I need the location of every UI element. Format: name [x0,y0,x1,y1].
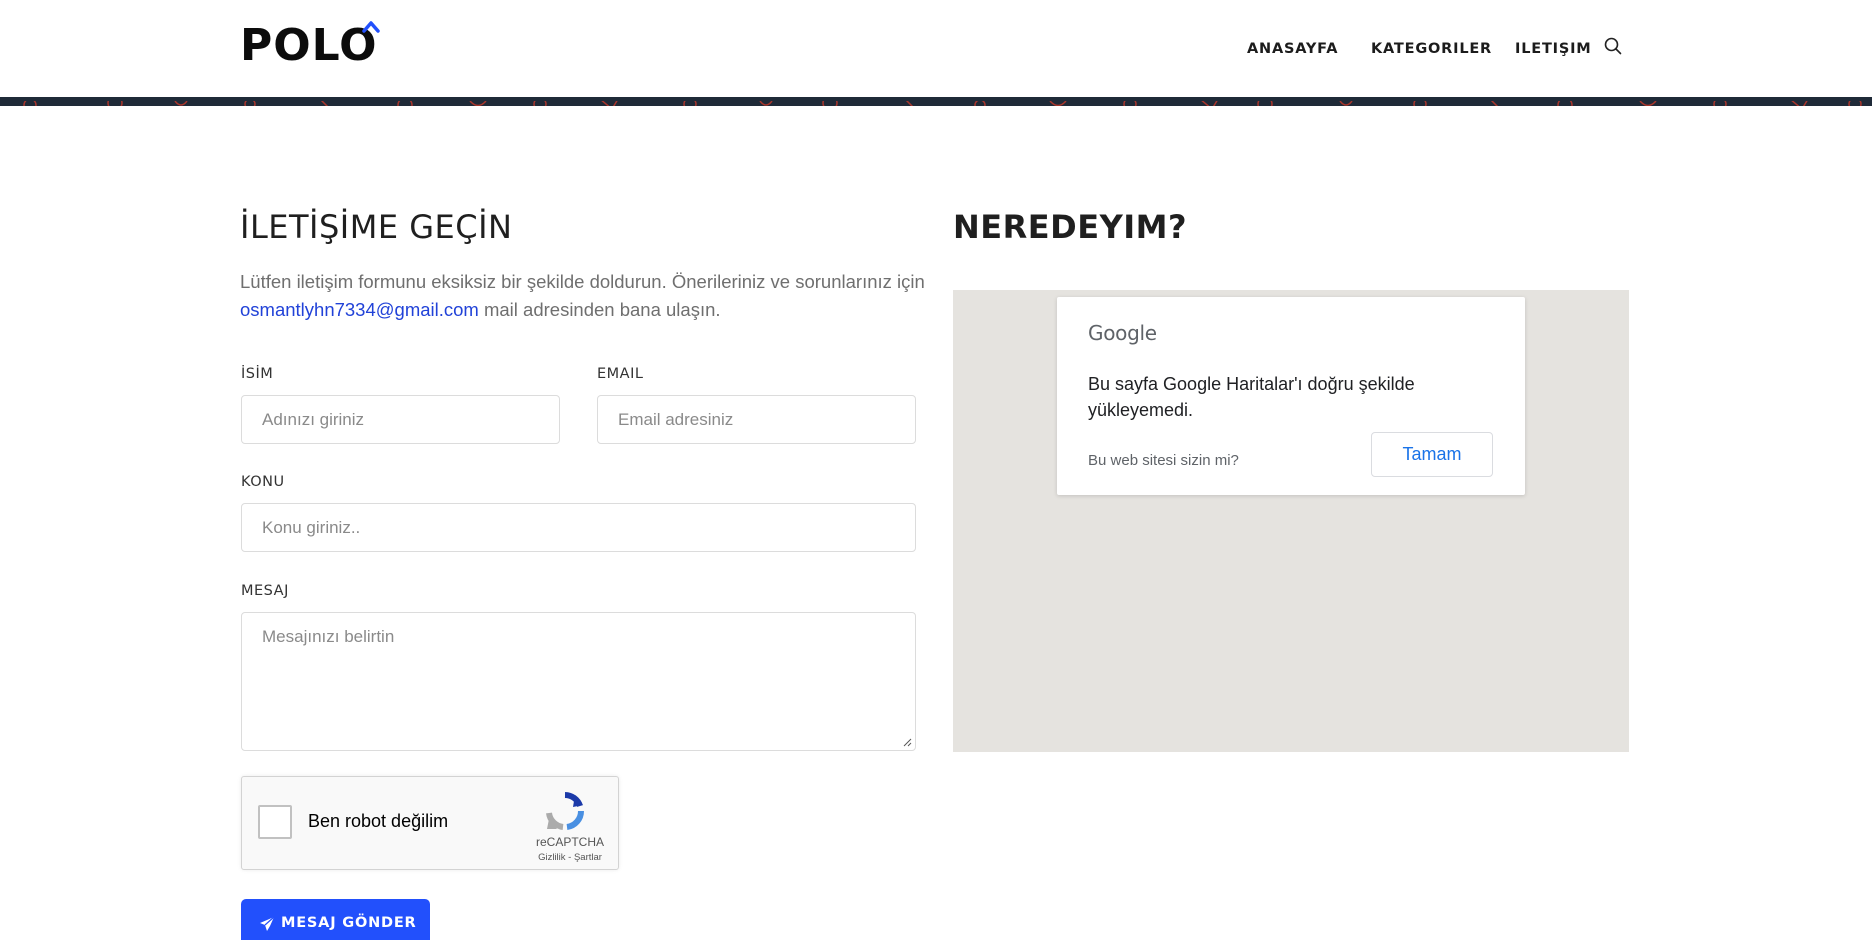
google-logo: Google [1088,321,1157,345]
email-link[interactable]: osmantlyhn7334@gmail.com [240,299,479,320]
message-textarea[interactable]: Mesajınızı belirtin [241,612,916,751]
subject-input[interactable]: Konu giriniz.. [241,503,916,552]
nav-item-iletisim[interactable]: ILETIŞIM [1515,38,1592,60]
name-placeholder: Adınızı giriniz [262,409,365,429]
nav-item-kategoriler[interactable]: KATEGORILER [1371,38,1492,60]
map-container[interactable]: Google Bu sayfa Google Haritalar'ı doğru… [953,290,1629,752]
site-logo[interactable]: POLO [240,20,380,71]
recaptcha-terms-link[interactable]: Gizlilik - Şartlar [525,852,615,863]
resize-handle-icon[interactable] [903,738,912,747]
email-label: EMAIL [597,366,644,382]
contact-intro: Lütfen iletişim formunu eksiksiz bir şek… [240,268,930,324]
paper-plane-icon [260,916,275,931]
nav-item-anasayfa[interactable]: ANASAYFA [1247,38,1338,60]
recaptcha-label: Ben robot değilim [308,811,449,831]
map-owner-link[interactable]: Bu web sitesi sizin mi? [1088,452,1239,469]
send-message-button[interactable]: MESAJ GÖNDER [241,899,430,940]
decorative-pattern [23,97,1862,106]
map-error-dialog: Google Bu sayfa Google Haritalar'ı doğru… [1057,297,1525,495]
message-label: MESAJ [241,583,289,599]
map-title: NEREDEYIM? [953,208,1188,246]
send-button-label: MESAJ GÖNDER [281,915,417,931]
subject-label: KONU [241,474,285,490]
recaptcha-brand: reCAPTCHA [535,835,604,849]
site-header: POLO ANASAYFA KATEGORILER ILETIŞIM [0,0,1872,97]
intro-text-after: mail adresinden bana ulaşın. [478,299,721,320]
map-error-message: Bu sayfa Google Haritalar'ı doğru şekild… [1088,374,1415,420]
recaptcha-checkbox[interactable] [258,805,292,839]
message-placeholder: Mesajınızı belirtin [262,627,395,646]
email-placeholder: Email adresiniz [618,409,734,429]
header-pattern-bar [0,97,1872,106]
logo-arrow-icon [361,21,380,33]
recaptcha-widget: Ben robot değilim reCAPTCHA Gizlilik - Ş… [241,776,619,870]
logo-text: POLO [240,20,378,71]
recaptcha-icon [546,792,585,830]
name-label: İSİM [241,366,274,382]
contact-title: İLETİŞİME GEÇİN [240,208,513,246]
name-input[interactable]: Adınızı giriniz [241,395,560,444]
map-ok-button[interactable]: Tamam [1371,432,1493,477]
email-input[interactable]: Email adresiniz [597,395,916,444]
search-icon[interactable] [1604,37,1622,55]
subject-placeholder: Konu giriniz.. [262,517,361,537]
intro-text-before: Lütfen iletişim formunu eksiksiz bir şek… [240,271,925,292]
